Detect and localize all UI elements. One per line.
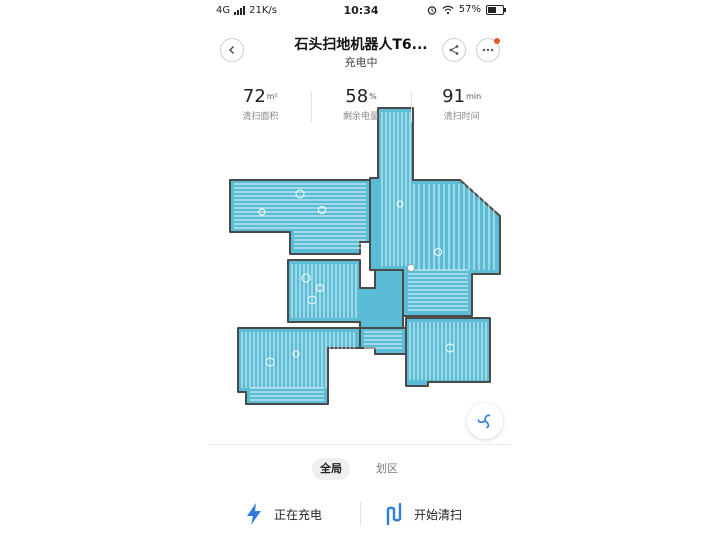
more-dots-icon [482, 48, 494, 52]
lightning-icon [247, 503, 261, 525]
start-cleaning-label: 开始清扫 [414, 507, 463, 522]
header: 石头扫地机器人T6... 充电中 [210, 28, 512, 78]
back-button[interactable] [220, 38, 244, 62]
stat-area-unit: m² [266, 92, 278, 101]
stat-time-unit: min [466, 92, 482, 101]
map-room-upper-left [229, 179, 371, 255]
stat-time: 91min 清扫时间 [411, 86, 512, 130]
stat-battery: 58% 剩余电量 [310, 86, 412, 130]
stat-area: 72m² 清扫面积 [210, 86, 311, 130]
fan-icon [477, 414, 491, 429]
stats-row: 72m² 清扫面积 58% 剩余电量 91min 清扫时间 [210, 86, 512, 130]
battery-icon [486, 4, 506, 15]
page-title: 石头扫地机器人T6... [294, 37, 428, 53]
chevron-left-icon [229, 46, 234, 54]
charging-button[interactable]: 正在充电 [246, 496, 322, 532]
cleaning-path-icon [386, 503, 402, 525]
more-button[interactable] [476, 38, 500, 62]
stat-area-value: 72m² [242, 86, 278, 107]
stat-battery-value: 58% [345, 86, 377, 107]
map-floor [229, 107, 501, 405]
share-icon [449, 45, 459, 55]
stat-battery-label: 剩余电量 [343, 112, 380, 122]
status-right: 57% [427, 4, 506, 15]
stat-battery-unit: % [369, 92, 377, 101]
stat-time-value: 91min [442, 86, 482, 107]
divider [210, 444, 512, 445]
battery-fill [488, 6, 496, 13]
mode-tabs: 全局 划区 [210, 458, 512, 480]
action-bar: 正在充电 开始清扫 [210, 496, 512, 532]
notification-dot [494, 38, 500, 44]
map-room-middle [287, 259, 404, 329]
suction-mode-button[interactable] [467, 403, 503, 439]
wifi-icon [442, 5, 454, 14]
cleaning-map[interactable] [210, 92, 512, 422]
charging-label: 正在充电 [274, 507, 323, 522]
stat-area-label: 清扫面积 [242, 112, 279, 122]
tab-zone[interactable]: 划区 [368, 458, 406, 480]
battery-percent: 57% [458, 4, 481, 15]
robot-dock-icon [407, 264, 415, 272]
phone-screen: 4G 21K/s 10:34 57% 石头扫地机器人T6... 充电中 全局 划… [210, 0, 512, 540]
share-button[interactable] [442, 38, 466, 62]
start-cleaning-button[interactable]: 开始清扫 [386, 496, 462, 532]
action-divider [360, 502, 361, 526]
alarm-icon [427, 5, 436, 15]
device-status: 充电中 [344, 56, 378, 69]
tab-global[interactable]: 全局 [312, 458, 350, 480]
status-bar: 4G 21K/s 10:34 57% [210, 0, 512, 22]
stat-time-label: 清扫时间 [443, 112, 480, 122]
